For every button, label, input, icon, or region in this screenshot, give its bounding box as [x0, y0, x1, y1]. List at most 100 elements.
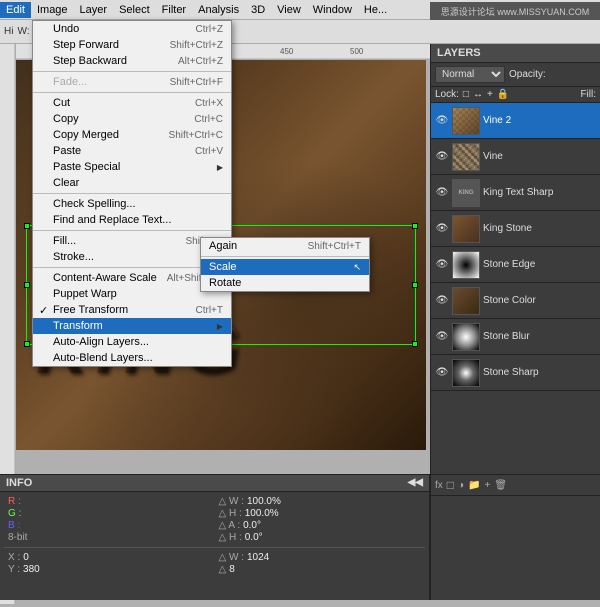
transform-handle-bl[interactable]: [24, 341, 30, 347]
menu-item-step-forward[interactable]: Step Forward Shift+Ctrl+Z: [33, 37, 231, 53]
menu-item-paste[interactable]: Paste Ctrl+V: [33, 143, 231, 159]
menu-item-free-transform[interactable]: Free Transform Ctrl+T: [33, 302, 231, 318]
layer-thumb-stone-edge: [452, 251, 480, 279]
layer-row-king-text[interactable]: 👁 KING King Text Sharp: [431, 175, 600, 211]
layer-name-king-text: King Text Sharp: [483, 187, 596, 198]
layer-name-vine2: Vine 2: [483, 115, 596, 126]
layer-eye-king-stone[interactable]: 👁: [435, 222, 449, 236]
layer-row-stone-blur[interactable]: 👁 Stone Blur: [431, 319, 600, 355]
info-bitdepth: 8-bit: [8, 532, 211, 543]
menu-item-fade[interactable]: Fade... Shift+Ctrl+F: [33, 74, 231, 90]
layer-name-king-stone: King Stone: [483, 223, 596, 234]
info-a-row: △ A : 0.0°: [219, 520, 422, 531]
layers-panel-bottom: fx □ ◑ 📁 + 🗑: [430, 474, 600, 600]
layer-thumb-stone-color: [452, 287, 480, 315]
layer-delete-icon[interactable]: 🗑: [494, 480, 507, 491]
menu-item-copy-merged[interactable]: Copy Merged Shift+Ctrl+C: [33, 127, 231, 143]
info-h2-value: 0.0°: [245, 532, 263, 543]
blend-mode-select[interactable]: Normal: [435, 66, 505, 83]
layer-eye-stone-color[interactable]: 👁: [435, 294, 449, 308]
transform-handle-tl[interactable]: [24, 223, 30, 229]
layer-row-vine[interactable]: 👁 Vine: [431, 139, 600, 175]
menu-item-transform[interactable]: Transform ▶: [33, 318, 231, 334]
menu-item-find-replace[interactable]: Find and Replace Text...: [33, 212, 231, 228]
layer-eye-king-text[interactable]: 👁: [435, 186, 449, 200]
info-x-value: 0: [23, 552, 29, 563]
layer-thumb-stone-sharp: [452, 359, 480, 387]
menu-item-cut[interactable]: Cut Ctrl+X: [33, 95, 231, 111]
menu-item-check-spelling[interactable]: Check Spelling...: [33, 196, 231, 212]
lock-icon-2[interactable]: ↔: [473, 89, 483, 100]
info-h-value: 100.0%: [245, 508, 279, 519]
menu-analysis[interactable]: Analysis: [192, 2, 245, 18]
menu-filter[interactable]: Filter: [156, 2, 192, 18]
edit-dropdown-menu: Undo Ctrl+Z Step Forward Shift+Ctrl+Z St…: [32, 20, 232, 367]
submenu-item-again[interactable]: Again Shift+Ctrl+T: [201, 238, 369, 254]
layer-name-vine: Vine: [483, 151, 596, 162]
info-g-row: G :: [8, 508, 211, 519]
menu-item-copy[interactable]: Copy Ctrl+C: [33, 111, 231, 127]
info-b-icon: B :: [8, 520, 20, 531]
submenu-item-rotate[interactable]: Rotate: [201, 275, 369, 291]
info-bitdepth-value: 8-bit: [8, 532, 27, 543]
menu-item-undo[interactable]: Undo Ctrl+Z: [33, 21, 231, 37]
options-w-label: W:: [17, 26, 29, 37]
menu-item-auto-align[interactable]: Auto-Align Layers...: [33, 334, 231, 350]
layer-eye-vine2[interactable]: 👁: [435, 114, 449, 128]
layer-name-stone-blur: Stone Blur: [483, 331, 596, 342]
info-w-row: △ W : 100.0%: [219, 496, 422, 507]
menu-item-auto-blend[interactable]: Auto-Blend Layers...: [33, 350, 231, 366]
layer-adj-icon[interactable]: ◑: [458, 480, 464, 491]
menu-image[interactable]: Image: [31, 2, 74, 18]
layer-mask-icon[interactable]: □: [447, 478, 454, 492]
menu-select[interactable]: Select: [113, 2, 156, 18]
info-y-value: 380: [23, 564, 40, 575]
info-panel-collapse[interactable]: ◀◀: [408, 477, 423, 489]
lock-icon-3[interactable]: +: [487, 89, 493, 100]
layer-fx-icon[interactable]: fx: [435, 480, 443, 491]
info-h-icon: △ H :: [219, 508, 242, 519]
layer-eye-stone-blur[interactable]: 👁: [435, 330, 449, 344]
layer-new-icon[interactable]: +: [485, 480, 491, 491]
layer-group-icon[interactable]: 📁: [468, 480, 480, 491]
submenu-item-scale[interactable]: Scale ↖: [201, 259, 369, 275]
transform-handle-ml[interactable]: [24, 282, 30, 288]
svg-text:500: 500: [350, 47, 364, 56]
menu-edit[interactable]: Edit: [0, 2, 31, 18]
layer-row-stone-sharp[interactable]: 👁 Stone Sharp: [431, 355, 600, 391]
layer-eye-vine[interactable]: 👁: [435, 150, 449, 164]
menu-view[interactable]: View: [271, 2, 307, 18]
layer-row-stone-edge[interactable]: 👁 Stone Edge: [431, 247, 600, 283]
fill-label: Fill:: [580, 89, 596, 100]
lock-icon-1[interactable]: □: [463, 89, 469, 100]
layer-name-stone-sharp: Stone Sharp: [483, 367, 596, 378]
layer-row-stone-color[interactable]: 👁 Stone Color: [431, 283, 600, 319]
info-w2-label: △ W :: [219, 552, 244, 563]
svg-text:450: 450: [280, 47, 294, 56]
menu-3d[interactable]: 3D: [245, 2, 271, 18]
transform-handle-mr[interactable]: [412, 282, 418, 288]
transform-handle-br[interactable]: [412, 341, 418, 347]
layers-actions: fx □ ◑ 📁 + 🗑: [431, 475, 600, 496]
opacity-label: Opacity:: [509, 69, 546, 80]
layers-controls: Normal Opacity:: [431, 63, 600, 87]
transform-handle-tr[interactable]: [412, 223, 418, 229]
layer-thumb-vine2: [452, 107, 480, 135]
options-hi-label: Hi: [4, 26, 13, 37]
layer-eye-stone-edge[interactable]: 👁: [435, 258, 449, 272]
menu-layer[interactable]: Layer: [74, 2, 114, 18]
layer-row-vine2[interactable]: 👁 Vine 2: [431, 103, 600, 139]
info-h3-value: 8: [229, 564, 235, 575]
lock-icon-4[interactable]: 🔒: [497, 89, 509, 100]
menu-item-paste-special[interactable]: Paste Special ▶: [33, 159, 231, 175]
layer-thumb-vine: [452, 143, 480, 171]
menu-item-step-backward[interactable]: Step Backward Alt+Ctrl+Z: [33, 53, 231, 69]
menu-item-clear[interactable]: Clear: [33, 175, 231, 191]
menu-help[interactable]: He...: [358, 2, 393, 18]
separator-3: [33, 193, 231, 194]
menu-window[interactable]: Window: [307, 2, 358, 18]
layer-eye-stone-sharp[interactable]: 👁: [435, 366, 449, 380]
info-g-icon: G :: [8, 508, 21, 519]
info-h3-label: △: [219, 564, 227, 575]
layer-row-king-stone[interactable]: 👁 King Stone: [431, 211, 600, 247]
